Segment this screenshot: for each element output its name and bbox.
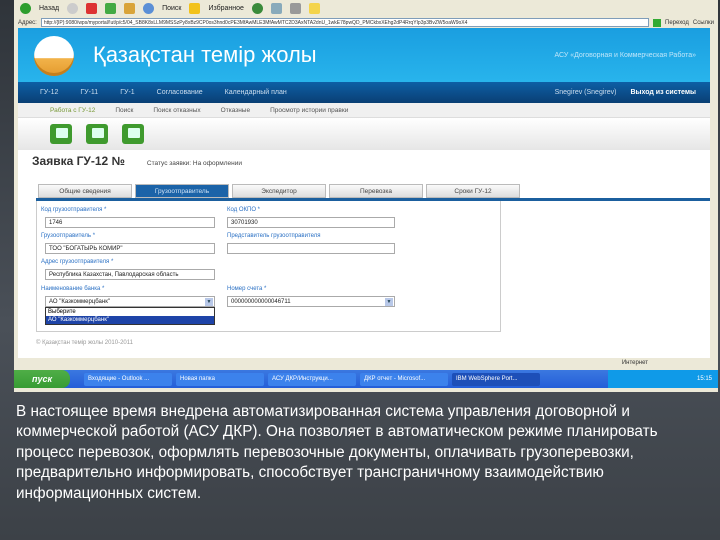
bank-option[interactable]: Выберите — [46, 308, 214, 316]
print-icon[interactable] — [289, 3, 301, 14]
bank-label: Наименование банка * — [41, 286, 105, 292]
star-icon[interactable] — [189, 3, 201, 14]
tab-transport[interactable]: Перевозка — [329, 184, 423, 198]
address-bar: Адрес: http://{IP}:9080/wps/myportal/!ut… — [14, 17, 718, 28]
back-icon[interactable] — [20, 3, 31, 14]
nav-calendar[interactable]: Календарный план — [225, 89, 287, 96]
links-button[interactable]: Ссылки — [693, 20, 714, 26]
subnav-rejected[interactable]: Отказные — [221, 107, 250, 114]
ktz-logo[interactable] — [34, 36, 74, 76]
rep-input[interactable] — [227, 243, 395, 254]
shipper-input[interactable]: ТОО "БОГАТЫРЬ КОМИР" — [45, 243, 215, 254]
tabs: Общие сведения Грузоотправитель Экспедит… — [38, 184, 710, 198]
copyright: © Қазақстан темір жолы 2010-2011 — [36, 340, 133, 346]
system-tray: 15:15 — [608, 370, 718, 388]
subnav-work[interactable]: Работа с ГУ-12 — [50, 107, 95, 114]
web-page: Қазақстан темір жолы АСУ «Договорная и К… — [18, 28, 710, 358]
tab-shipper[interactable]: Грузоотправитель — [135, 184, 229, 198]
taskbar-item[interactable]: ДКР отчет - Microsof... — [360, 372, 448, 386]
save-icon[interactable] — [86, 124, 108, 144]
tab-deadlines[interactable]: Сроки ГУ-12 — [426, 184, 520, 198]
account-select[interactable]: 000000000000046711 ▼ — [227, 296, 395, 307]
nav-approval[interactable]: Согласование — [157, 89, 203, 96]
sub-nav: Работа с ГУ-12 Поиск Поиск отказных Отка… — [18, 103, 710, 118]
site-header: Қазақстан темір жолы АСУ «Договорная и К… — [18, 28, 710, 82]
clock: 15:15 — [696, 376, 712, 382]
bank-dropdown: Выберите АО "Казкоммерцбанк" — [45, 307, 215, 325]
bank-select[interactable]: АО "Казкоммерцбанк" ▼ — [45, 296, 215, 307]
logout-link[interactable]: Выход из системы — [630, 89, 696, 96]
account-value: 000000000000046711 — [231, 299, 291, 305]
nav-gu11[interactable]: ГУ-11 — [80, 89, 98, 96]
nav-gu12[interactable]: ГУ-12 — [40, 89, 58, 96]
favorites-button[interactable]: Избранное — [208, 5, 243, 12]
browser-toolbar: Назад Поиск Избранное — [14, 0, 718, 17]
tab-forwarder[interactable]: Экспедитор — [232, 184, 326, 198]
chevron-down-icon[interactable]: ▼ — [385, 298, 393, 306]
brand-name: Қазақстан темір жолы — [93, 42, 317, 67]
embedded-screenshot: Назад Поиск Избранное Адрес: http://{IP}… — [14, 0, 718, 392]
shipper-form: Код грузоотправителя * 1746 Код ОКПО * 3… — [36, 201, 501, 332]
action-toolbar — [18, 118, 710, 150]
go-icon[interactable] — [653, 18, 662, 27]
zone-text: Интернет — [621, 360, 648, 366]
main-nav: ГУ-12 ГУ-11 ГУ-1 Согласование Календарны… — [18, 82, 710, 103]
address-label: Адрес: — [18, 19, 37, 26]
back-button[interactable]: Назад — [39, 5, 59, 12]
chevron-down-icon[interactable]: ▼ — [205, 298, 213, 306]
go-button[interactable]: Переход — [665, 20, 689, 26]
system-name: АСУ «Договорная и Коммерческая Работа» — [554, 52, 696, 59]
subnav-search-rejected[interactable]: Поиск отказных — [153, 107, 200, 114]
taskbar: пуск Входящие - Outlook ... Новая папка … — [14, 370, 718, 388]
page-title: Заявка ГУ-12 № — [32, 154, 125, 168]
address-label: Адрес грузоотправителя * — [41, 259, 114, 265]
status-text: Статус заявки: На оформлении — [146, 160, 242, 167]
list-icon[interactable] — [122, 124, 144, 144]
bank-option-selected[interactable]: АО "Казкоммерцбанк" — [46, 316, 214, 324]
new-document-icon[interactable] — [50, 124, 72, 144]
nav-gu1[interactable]: ГУ-1 — [120, 89, 134, 96]
shipper-label: Грузоотправитель * — [41, 233, 96, 239]
shipper-code-input[interactable]: 1746 — [45, 217, 215, 228]
refresh-icon[interactable] — [105, 3, 117, 14]
okpo-label: Код ОКПО * — [227, 207, 261, 213]
subnav-search[interactable]: Поиск — [115, 107, 133, 114]
url-input[interactable]: http://{IP}:9080/wps/myportal/!ut/p/c5/0… — [40, 18, 650, 27]
browser-status-bar: Интернет — [14, 358, 718, 370]
stop-icon[interactable] — [86, 3, 98, 14]
folder-icon[interactable] — [308, 3, 320, 14]
shipper-code-label: Код грузоотправителя * — [41, 207, 107, 213]
forward-icon[interactable] — [67, 3, 79, 14]
okpo-input[interactable]: 30701930 — [227, 217, 395, 228]
home-icon[interactable] — [124, 3, 136, 14]
page-title-row: Заявка ГУ-12 № Статус заявки: На оформле… — [18, 150, 710, 172]
account-label: Номер счета * — [227, 286, 267, 292]
subnav-history[interactable]: Просмотр истории правки — [270, 107, 348, 114]
start-button[interactable]: пуск — [14, 370, 70, 388]
search-button[interactable]: Поиск — [162, 5, 181, 12]
slide-caption: В настоящее время внедрена автоматизиров… — [16, 403, 658, 502]
address-input[interactable]: Республика Казахстан, Павлодарская облас… — [45, 269, 215, 280]
history-icon[interactable] — [251, 3, 263, 14]
user-name: Snegirev (Snegirev) — [554, 89, 617, 96]
taskbar-item[interactable]: Входящие - Outlook ... — [84, 372, 172, 386]
taskbar-item[interactable]: Новая папка — [176, 372, 264, 386]
search-icon[interactable] — [143, 3, 155, 14]
taskbar-item[interactable]: АСУ ДКР/Инструкци... — [268, 372, 356, 386]
mail-icon[interactable] — [270, 3, 282, 14]
rep-label: Представитель грузоотправителя — [227, 233, 321, 239]
tab-general[interactable]: Общие сведения — [38, 184, 132, 198]
taskbar-item[interactable]: IBM WebSphere Port... — [452, 372, 540, 386]
bank-value: АО "Казкоммерцбанк" — [49, 299, 110, 305]
